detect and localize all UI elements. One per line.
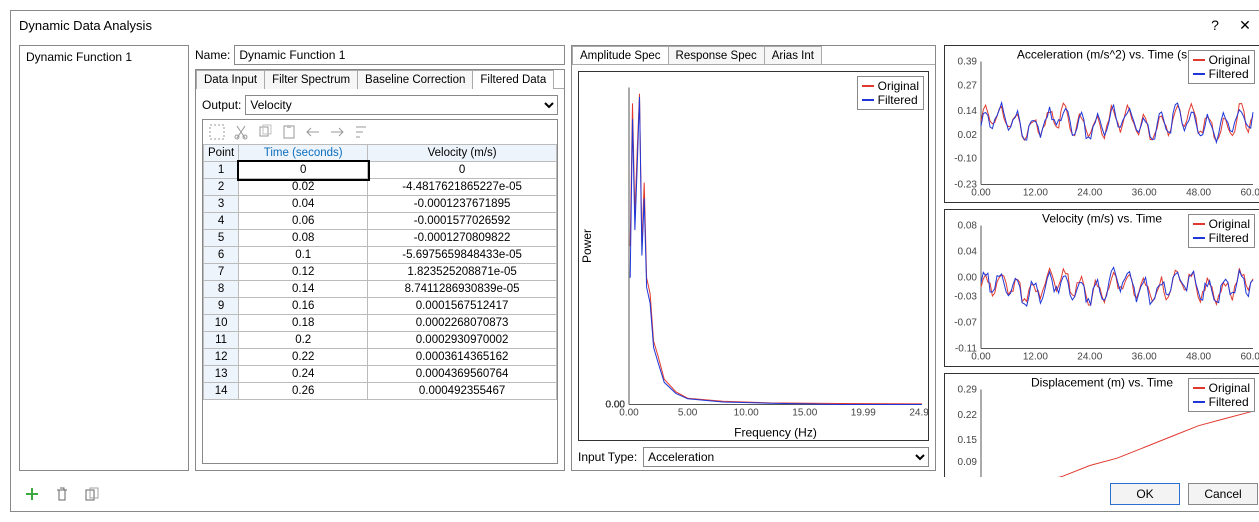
table-row[interactable]: 120.220.0003614365162	[204, 349, 557, 366]
table-row[interactable]: 70.121.823525208871e-05	[204, 264, 557, 281]
svg-text:60.00: 60.00	[1240, 188, 1259, 199]
tab-data-input[interactable]: Data Input	[196, 70, 265, 89]
svg-text:0.04: 0.04	[958, 246, 978, 257]
dialog-title: Dynamic Data Analysis	[19, 18, 152, 33]
svg-text:0.39: 0.39	[958, 57, 978, 68]
spec-tabstrip: Amplitude SpecResponse SpecArias Int	[572, 46, 935, 65]
svg-text:Velocity (m/s) vs. Time: Velocity (m/s) vs. Time	[1042, 212, 1162, 226]
data-grid: PointTime (seconds)Velocity (m/s)10020.0…	[202, 119, 558, 464]
table-row[interactable]: 20.02-4.4817621865227e-05	[204, 179, 557, 196]
svg-text:0.27: 0.27	[958, 80, 978, 91]
charts-column: Acceleration (m/s^2) vs. Time (s-0.23-0.…	[942, 45, 1259, 471]
table-row[interactable]: 60.1-5.6975659848433e-05	[204, 247, 557, 264]
svg-text:0.09: 0.09	[958, 457, 978, 468]
sort-icon[interactable]	[353, 124, 369, 140]
form-panel: Name: Data InputFilter SpectrumBaseline …	[195, 45, 565, 471]
table-row[interactable]: 140.260.000492355467	[204, 383, 557, 400]
svg-text:Frequency (Hz): Frequency (Hz)	[734, 426, 817, 440]
svg-text:-0.10: -0.10	[954, 154, 977, 165]
select-icon[interactable]	[209, 124, 225, 140]
table-row[interactable]: 100	[204, 162, 557, 179]
table-row[interactable]: 50.08-0.0001270809822	[204, 230, 557, 247]
disp-chart: Displacement (m) vs. Time-0.050.020.090.…	[944, 373, 1259, 477]
svg-text:-0.07: -0.07	[954, 318, 977, 329]
table-row[interactable]: 80.148.7411286930839e-05	[204, 281, 557, 298]
insert-row-icon[interactable]	[305, 124, 321, 140]
table-row[interactable]: 130.240.0004369560764	[204, 366, 557, 383]
table-row[interactable]: 30.04-0.0001237671895	[204, 196, 557, 213]
grid-toolbar	[203, 120, 557, 144]
svg-text:-0.03: -0.03	[954, 292, 977, 303]
svg-text:12.00: 12.00	[1023, 352, 1048, 363]
tab-baseline-correction[interactable]: Baseline Correction	[357, 70, 473, 89]
input-type-label: Input Type:	[578, 450, 637, 464]
main-tabs: Data InputFilter SpectrumBaseline Correc…	[195, 69, 565, 471]
svg-text:0.14: 0.14	[958, 106, 978, 117]
svg-text:48.00: 48.00	[1186, 352, 1211, 363]
svg-text:10.00: 10.00	[734, 408, 759, 419]
svg-text:36.00: 36.00	[1132, 188, 1157, 199]
dialog: Dynamic Data Analysis ? ✕ Dynamic Functi…	[10, 10, 1259, 512]
svg-text:15.00: 15.00	[792, 408, 817, 419]
svg-text:0.02: 0.02	[958, 130, 978, 141]
legend: Original Filtered	[1188, 214, 1255, 248]
titlebar: Dynamic Data Analysis ? ✕	[11, 11, 1259, 39]
spec-page: 0.000.000.000.000.000.000.000.000.005.00…	[572, 64, 935, 473]
svg-text:24.00: 24.00	[1077, 352, 1102, 363]
svg-text:Power: Power	[580, 229, 594, 263]
vel-chart: Velocity (m/s) vs. Time-0.11-0.07-0.030.…	[944, 209, 1259, 367]
spec-tab-amplitude-spec[interactable]: Amplitude Spec	[572, 46, 669, 65]
name-field[interactable]	[234, 45, 565, 65]
tab-page-filtered-data: Output: Velocity	[196, 88, 564, 470]
svg-text:0.00: 0.00	[619, 408, 639, 419]
svg-text:0.29: 0.29	[958, 385, 978, 396]
tab-filter-spectrum[interactable]: Filter Spectrum	[264, 70, 358, 89]
svg-text:0.00: 0.00	[971, 352, 991, 363]
amplitude-chart: 0.000.000.000.000.000.000.000.000.005.00…	[578, 71, 929, 441]
svg-text:0.08: 0.08	[958, 221, 978, 232]
output-select[interactable]: Velocity	[245, 95, 558, 115]
spec-tab-response-spec[interactable]: Response Spec	[668, 46, 765, 65]
svg-text:24.00: 24.00	[1077, 188, 1102, 199]
svg-text:48.00: 48.00	[1186, 188, 1211, 199]
legend: Original Filtered	[857, 76, 924, 110]
svg-text:60.00: 60.00	[1240, 352, 1259, 363]
tab-filtered-data[interactable]: Filtered Data	[472, 70, 554, 89]
legend: Original Filtered	[1188, 378, 1255, 412]
table-row[interactable]: 40.06-0.0001577026592	[204, 213, 557, 230]
table-row[interactable]: 90.160.0001567512417	[204, 298, 557, 315]
svg-text:0.15: 0.15	[958, 435, 978, 446]
output-label: Output:	[202, 98, 241, 112]
svg-text:0.00: 0.00	[971, 188, 991, 199]
list-item[interactable]: Dynamic Function 1	[22, 48, 186, 66]
help-button[interactable]: ?	[1200, 17, 1230, 33]
svg-text:19.99: 19.99	[851, 408, 876, 419]
svg-text:12.00: 12.00	[1023, 188, 1048, 199]
svg-text:Displacement (m) vs. Time: Displacement (m) vs. Time	[1031, 376, 1173, 390]
cut-icon[interactable]	[233, 124, 249, 140]
svg-text:24.99: 24.99	[909, 408, 928, 419]
table-row[interactable]: 110.20.0002930970002	[204, 332, 557, 349]
svg-text:0.22: 0.22	[958, 410, 978, 421]
footer: OK Cancel	[11, 477, 1259, 511]
paste-icon[interactable]	[281, 124, 297, 140]
spec-tab-arias-int[interactable]: Arias Int	[764, 46, 822, 65]
spectrum-panel: Amplitude SpecResponse SpecArias Int 0.0…	[571, 45, 936, 471]
legend: Original Filtered	[1188, 50, 1255, 84]
svg-text:Acceleration (m/s^2) vs. Time: Acceleration (m/s^2) vs. Time (s	[1017, 48, 1187, 62]
table-row[interactable]: 100.180.0002268070873	[204, 315, 557, 332]
input-type-select[interactable]: Acceleration	[643, 447, 929, 467]
function-list[interactable]: Dynamic Function 1	[19, 45, 189, 471]
copy-icon[interactable]	[257, 124, 273, 140]
accel-chart: Acceleration (m/s^2) vs. Time (s-0.23-0.…	[944, 45, 1259, 203]
name-label: Name:	[195, 48, 230, 62]
svg-text:5.00: 5.00	[678, 408, 698, 419]
data-table[interactable]: PointTime (seconds)Velocity (m/s)10020.0…	[203, 144, 557, 400]
close-button[interactable]: ✕	[1230, 17, 1259, 34]
svg-text:0.00: 0.00	[958, 272, 978, 283]
main-tabstrip: Data InputFilter SpectrumBaseline Correc…	[196, 70, 564, 89]
svg-text:36.00: 36.00	[1132, 352, 1157, 363]
delete-row-icon[interactable]	[329, 124, 345, 140]
